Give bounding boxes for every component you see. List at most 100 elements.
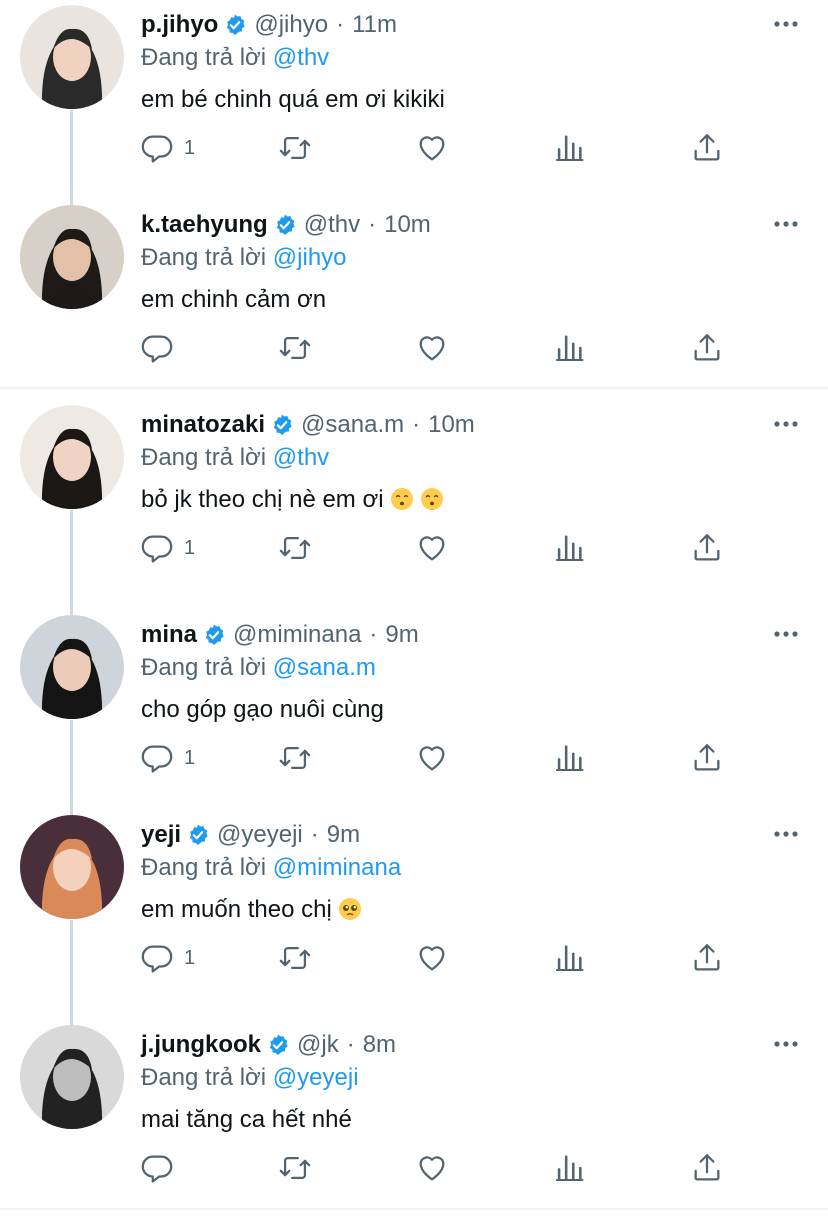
- analytics-icon: [552, 1151, 586, 1185]
- tweet-item[interactable]: yeji @yeyeji · 9m Đang trả lời @miminana em m…: [0, 810, 828, 1010]
- tweet-timestamp[interactable]: 10m: [384, 208, 431, 242]
- display-name[interactable]: j.jungkook: [141, 1028, 261, 1062]
- reply-button[interactable]: [140, 330, 184, 366]
- user-handle[interactable]: @yeyeji: [217, 818, 303, 852]
- tweet-timestamp[interactable]: 8m: [363, 1028, 396, 1062]
- retweet-button[interactable]: [278, 1150, 312, 1186]
- mention-link[interactable]: @thv: [273, 44, 329, 71]
- mention-link[interactable]: @miminana: [273, 854, 401, 881]
- like-button[interactable]: [415, 530, 449, 566]
- more-icon[interactable]: [770, 1030, 802, 1058]
- retweet-button[interactable]: [278, 530, 312, 566]
- mention-link[interactable]: @sana.m: [273, 654, 376, 681]
- jihyo-avatar[interactable]: [20, 5, 124, 109]
- tweet-actions: [0, 330, 828, 366]
- views-button[interactable]: [552, 740, 586, 776]
- tweet-actions: 1: [0, 740, 828, 776]
- tweet-timestamp[interactable]: 9m: [385, 618, 418, 652]
- user-handle[interactable]: @sana.m: [301, 408, 404, 442]
- share-button[interactable]: [690, 330, 724, 366]
- replying-to: Đang trả lời @miminana: [141, 851, 401, 885]
- mina-avatar[interactable]: [20, 615, 124, 719]
- reply-button[interactable]: 1: [140, 530, 195, 566]
- views-button[interactable]: [552, 130, 586, 166]
- display-name[interactable]: k.taehyung: [141, 208, 268, 242]
- share-button[interactable]: [690, 740, 724, 776]
- retweet-button[interactable]: [278, 740, 312, 776]
- display-name[interactable]: mina: [141, 618, 197, 652]
- heart-icon: [415, 331, 449, 365]
- tweet-header: mina @miminana · 9m: [141, 618, 419, 652]
- like-button[interactable]: [415, 130, 449, 166]
- views-button[interactable]: [552, 330, 586, 366]
- like-button[interactable]: [415, 740, 449, 776]
- share-button[interactable]: [690, 530, 724, 566]
- like-button[interactable]: [415, 940, 449, 976]
- replying-to-label: Đang trả lời: [141, 654, 267, 681]
- tweet-actions: 1: [0, 940, 828, 976]
- reply-button[interactable]: [140, 1150, 184, 1186]
- tweet-header: yeji @yeyeji · 9m: [141, 818, 360, 852]
- views-button[interactable]: [552, 1150, 586, 1186]
- tweet-item[interactable]: p.jihyo @jihyo · 11m Đang trả lời @thv em bé …: [0, 0, 828, 200]
- tweet-text-content: em bé chinh quá em ơi kikiki: [141, 86, 445, 113]
- mention-link[interactable]: @thv: [273, 444, 329, 471]
- views-button[interactable]: [552, 530, 586, 566]
- user-handle[interactable]: @miminana: [233, 618, 361, 652]
- mention-link[interactable]: @jihyo: [273, 244, 347, 271]
- more-icon[interactable]: [770, 210, 802, 238]
- taehyung-avatar[interactable]: [20, 205, 124, 309]
- share-button[interactable]: [690, 940, 724, 976]
- share-button[interactable]: [690, 1150, 724, 1186]
- tweet-text: em muốn theo chị: [141, 893, 362, 927]
- sana-avatar[interactable]: [20, 405, 124, 509]
- share-button[interactable]: [690, 130, 724, 166]
- retweet-icon: [278, 531, 312, 565]
- reply-button[interactable]: 1: [140, 740, 195, 776]
- more-icon[interactable]: [770, 410, 802, 438]
- user-handle[interactable]: @jk: [297, 1028, 339, 1062]
- retweet-button[interactable]: [278, 130, 312, 166]
- more-icon[interactable]: [770, 620, 802, 648]
- retweet-button[interactable]: [278, 940, 312, 976]
- separator-dot: ·: [369, 621, 378, 648]
- retweet-icon: [278, 941, 312, 975]
- yeji-avatar[interactable]: [20, 815, 124, 919]
- display-name[interactable]: minatozaki: [141, 408, 265, 442]
- tweet-text: em bé chinh quá em ơi kikiki: [141, 83, 445, 117]
- heart-icon: [415, 1151, 449, 1185]
- analytics-icon: [552, 131, 586, 165]
- tweet-item[interactable]: j.jungkook @jk · 8m Đang trả lời @yeyeji mai …: [0, 1020, 828, 1220]
- reply-button[interactable]: 1: [140, 940, 195, 976]
- tweet-timestamp[interactable]: 11m: [352, 8, 397, 42]
- user-handle[interactable]: @jihyo: [254, 8, 328, 42]
- verified-badge-icon: [186, 823, 210, 847]
- analytics-icon: [552, 941, 586, 975]
- like-button[interactable]: [415, 330, 449, 366]
- retweet-icon: [278, 741, 312, 775]
- replying-to-label: Đang trả lời: [141, 244, 267, 271]
- reply-button[interactable]: 1: [140, 130, 195, 166]
- tweet-item[interactable]: minatozaki @sana.m · 10m Đang trả lời @thv bỏ…: [0, 400, 828, 600]
- more-icon[interactable]: [770, 820, 802, 848]
- conversation-divider: [0, 387, 828, 389]
- tweet-item[interactable]: mina @miminana · 9m Đang trả lời @sana.m cho …: [0, 610, 828, 810]
- more-icon[interactable]: [770, 10, 802, 38]
- reply-icon: [140, 531, 174, 565]
- tweet-timestamp[interactable]: 9m: [327, 818, 360, 852]
- like-button[interactable]: [415, 1150, 449, 1186]
- share-icon: [690, 331, 724, 365]
- display-name[interactable]: yeji: [141, 818, 181, 852]
- mention-link[interactable]: @yeyeji: [273, 1064, 359, 1091]
- retweet-button[interactable]: [278, 330, 312, 366]
- user-handle[interactable]: @thv: [304, 208, 360, 242]
- separator-dot: ·: [346, 1031, 355, 1058]
- tweet-timestamp[interactable]: 10m: [428, 408, 475, 442]
- separator-dot: ·: [336, 11, 345, 38]
- replying-to: Đang trả lời @sana.m: [141, 651, 376, 685]
- display-name[interactable]: p.jihyo: [141, 8, 218, 42]
- reply-icon: [140, 1151, 174, 1185]
- tweet-item[interactable]: k.taehyung @thv · 10m Đang trả lời @jihyo em …: [0, 200, 828, 400]
- jungkook-avatar[interactable]: [20, 1025, 124, 1129]
- views-button[interactable]: [552, 940, 586, 976]
